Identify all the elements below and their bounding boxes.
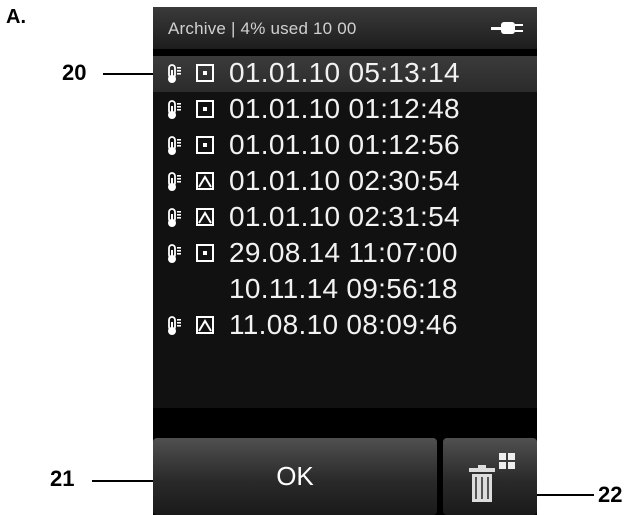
archive-entry[interactable]: 10.11.14 09:56:18 — [153, 272, 537, 308]
callout-22: 22 — [598, 482, 623, 507]
device-screen: Archive | 4% used 10 00 01.01.10 05:13:1… — [153, 7, 537, 515]
archive-entry[interactable]: 01.01.10 01:12:56 — [153, 128, 537, 164]
entry-timestamp: 01.01.10 01:12:56 — [229, 129, 460, 160]
area-mode-icon — [196, 208, 214, 226]
delete-button[interactable] — [443, 438, 537, 515]
thermometer-icon — [166, 316, 182, 336]
list-spacer — [153, 408, 537, 438]
archive-entry[interactable]: 01.01.10 01:12:48 — [153, 92, 537, 128]
area-mode-icon — [196, 316, 214, 334]
status-bar: Archive | 4% used 10 00 — [153, 7, 537, 49]
trash-icon — [469, 453, 515, 502]
figure-label: A. — [6, 6, 26, 28]
archive-entry[interactable]: 01.01.10 02:31:54 — [153, 200, 537, 236]
entry-timestamp: 29.08.14 11:07:00 — [229, 237, 458, 268]
spot-mode-icon — [196, 136, 214, 154]
entry-timestamp: 01.01.10 02:30:54 — [229, 165, 460, 196]
plug-icon — [491, 22, 523, 34]
spot-mode-icon — [196, 100, 214, 118]
entry-timestamp: 11.08.10 08:09:46 — [229, 309, 458, 340]
callout-21: 21 — [50, 466, 75, 491]
callout-20: 20 — [62, 60, 87, 85]
thermometer-icon — [166, 64, 182, 84]
archive-entry[interactable]: 11.08.10 08:09:46 — [153, 308, 537, 344]
entry-timestamp: 01.01.10 02:31:54 — [229, 201, 460, 232]
thermometer-icon — [166, 136, 182, 156]
thermometer-icon — [166, 172, 182, 192]
entry-timestamp: 01.01.10 01:12:48 — [229, 93, 460, 124]
area-mode-icon — [196, 172, 214, 190]
thermometer-icon — [166, 208, 182, 228]
entry-timestamp: 01.01.10 05:13:14 — [229, 57, 460, 88]
thermometer-icon — [166, 244, 182, 264]
spot-mode-icon — [196, 64, 214, 82]
spot-mode-icon — [196, 244, 214, 262]
archive-entry[interactable]: 29.08.14 11:07:00 — [153, 236, 537, 272]
archive-entry[interactable]: 01.01.10 05:13:14 — [153, 56, 537, 92]
archive-entry[interactable]: 01.01.10 02:30:54 — [153, 164, 537, 200]
ok-button[interactable]: OK — [153, 438, 437, 515]
status-text: Archive | 4% used 10 00 — [168, 19, 357, 38]
entry-timestamp: 10.11.14 09:56:18 — [229, 273, 458, 304]
archive-list[interactable]: 01.01.10 05:13:14 01.01.10 01:12:48 01.01.… — [153, 56, 537, 408]
thermometer-icon — [166, 100, 182, 120]
